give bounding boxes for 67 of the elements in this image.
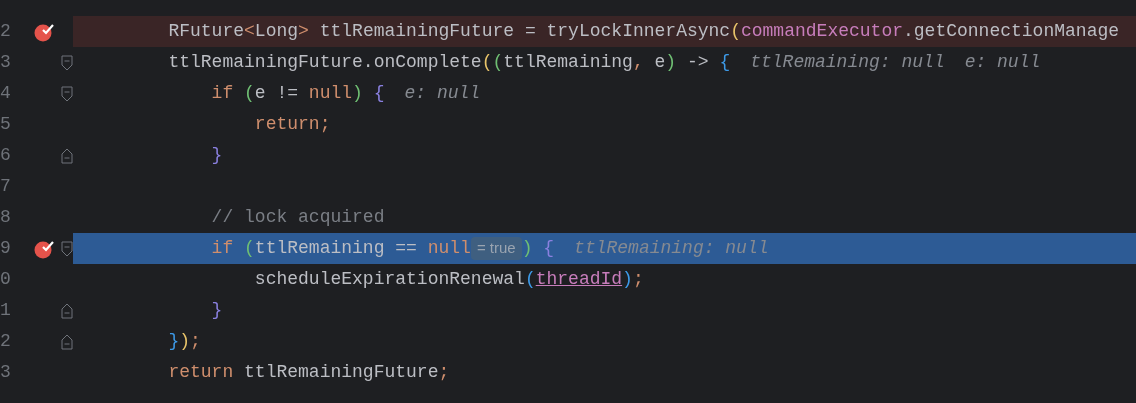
code-token: if: [210, 237, 235, 260]
code-token: ->: [685, 51, 710, 74]
code-token: (: [481, 51, 493, 74]
fold-marker-icon[interactable]: [61, 54, 73, 71]
code-token: {: [719, 51, 731, 74]
code-token: Long: [254, 20, 299, 43]
code-token: ;: [190, 330, 201, 353]
code-token: e: [653, 51, 666, 74]
line-number: 8: [0, 207, 11, 227]
fold-marker-icon[interactable]: [61, 333, 73, 350]
code-token: (: [524, 268, 536, 291]
code-token: // lock acquired: [210, 206, 385, 229]
code-token: ttlRemaining: [503, 51, 633, 74]
inline-value-hint: ttlRemaining: null: [750, 51, 945, 74]
code-token: ,: [632, 51, 644, 74]
code-token: }: [210, 299, 223, 322]
code-token: ): [179, 330, 191, 353]
code-token: ;: [438, 361, 450, 384]
code-token: }: [167, 330, 180, 353]
inline-value-hint: ttlRemaining: null: [574, 237, 769, 260]
code-token: commandExecutor: [740, 20, 903, 43]
line-number: 9: [0, 238, 11, 258]
code-token: ): [521, 237, 533, 260]
line-number: 3: [0, 362, 11, 382]
code-token: .getConnectionManage: [903, 20, 1120, 43]
line-number: 3: [0, 52, 11, 72]
code-token: {: [542, 237, 555, 260]
inline-value-badge: = true: [470, 237, 522, 260]
line-number: 0: [0, 269, 11, 289]
line-number: 4: [0, 83, 11, 103]
code-token: null: [427, 237, 471, 260]
code-token: (: [244, 237, 255, 260]
code-token: threadId: [535, 268, 623, 291]
code-token: if: [210, 82, 235, 105]
code-token: ;: [632, 268, 644, 291]
code-token: ): [352, 82, 363, 105]
line-number: 6: [0, 145, 11, 165]
code-token: ttlRemaining ==: [254, 237, 418, 260]
code-token: >: [298, 20, 309, 43]
line-number: 2: [0, 331, 11, 351]
code-token: (: [244, 82, 255, 105]
fold-marker-icon[interactable]: [61, 240, 73, 257]
code-token: (: [492, 51, 504, 74]
code-token: ): [665, 51, 677, 74]
line-number: 2: [0, 21, 11, 41]
line-number: 5: [0, 114, 11, 134]
code-token: scheduleExpirationRenewal: [253, 268, 525, 291]
code-token: ttlRemainingFuture.onComplete: [167, 51, 482, 74]
code-token: null: [308, 82, 353, 105]
code-token: ): [622, 268, 633, 291]
fold-marker-icon[interactable]: [61, 85, 73, 102]
code-token: return;: [253, 113, 331, 136]
code-token: return: [167, 361, 234, 384]
inline-value-hint: e: null: [404, 82, 481, 105]
line-number: 1: [0, 300, 11, 320]
code-token: (: [730, 20, 741, 43]
code-token: ttlRemainingFuture: [243, 361, 439, 384]
code-token: e !=: [254, 82, 300, 105]
line-number: 7: [0, 176, 11, 196]
code-token: <: [244, 20, 255, 43]
code-token: {: [372, 82, 385, 105]
fold-marker-icon[interactable]: [61, 302, 73, 319]
fold-marker-icon[interactable]: [61, 147, 73, 164]
code-token: }: [210, 144, 223, 167]
code-token: RFuture: [167, 20, 245, 43]
code-token: ttlRemainingFuture = tryLockInnerAsync: [318, 20, 731, 43]
inline-value-hint: e: null: [964, 51, 1041, 74]
